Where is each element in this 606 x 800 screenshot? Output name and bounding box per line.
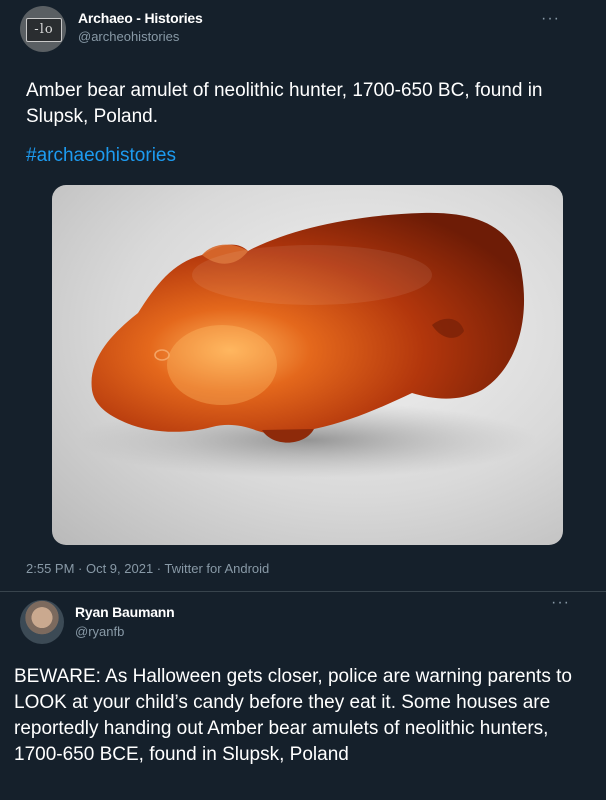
tweet-text: BEWARE: As Halloween gets closer, police… (14, 666, 572, 765)
amber-bear-amulet-photo[interactable] (52, 185, 563, 545)
author-handle[interactable]: @archeohistories (78, 29, 179, 44)
ryan-baumann-avatar[interactable] (20, 600, 64, 644)
more-dots-icon[interactable]: ··· (551, 595, 570, 611)
reply-tweet: Ryan Baumann @ryanfb ··· BEWARE: As Hall… (0, 592, 606, 800)
hashtag-link[interactable]: #archaeohistories (26, 145, 176, 167)
author-name[interactable]: Archaeo - Histories (78, 10, 203, 26)
author-name[interactable]: Ryan Baumann (75, 604, 175, 620)
archaeo-logo-icon: -lo (26, 18, 62, 42)
archaeo-histories-avatar[interactable]: -lo (20, 6, 66, 52)
tweet-text: Amber bear amulet of neolithic hunter, 1… (26, 80, 543, 127)
more-dots-icon[interactable]: ··· (541, 11, 560, 27)
author-handle[interactable]: @ryanfb (75, 624, 124, 639)
tweet-timestamp[interactable]: 2:55 PM · Oct 9, 2021 · Twitter for Andr… (26, 561, 269, 576)
quoted-tweet: -lo Archaeo - Histories @archeohistories… (0, 0, 606, 592)
amber-bear-illustration (77, 212, 537, 478)
